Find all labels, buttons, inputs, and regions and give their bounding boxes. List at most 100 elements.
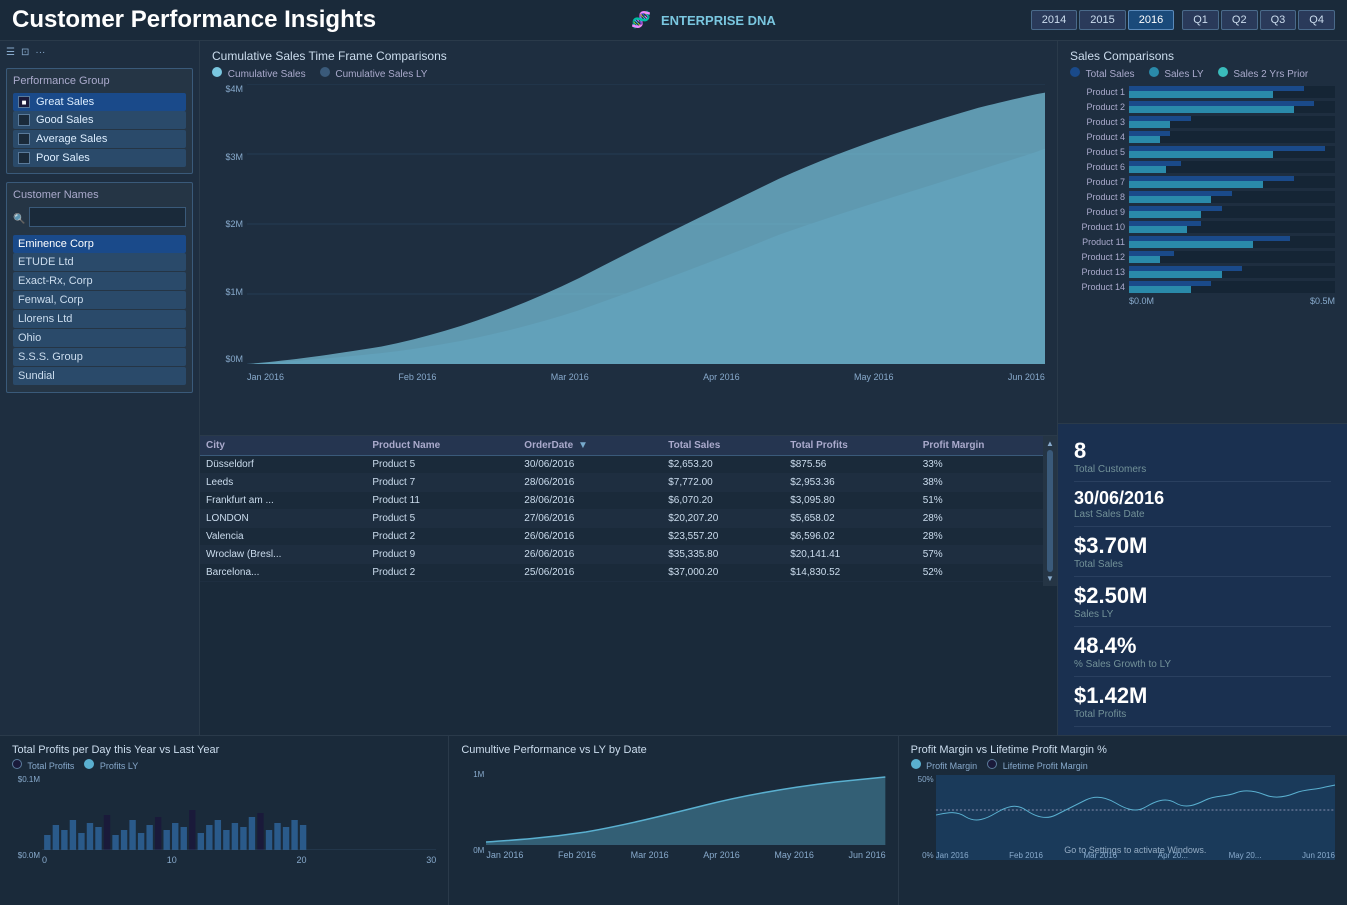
bar-track	[1129, 281, 1335, 293]
table-row[interactable]: Wroclaw (Bresl... Product 9 26/06/2016 $…	[200, 546, 1057, 564]
scroll-down-icon[interactable]: ▼	[1046, 574, 1054, 583]
bar-chart-area: 0 10 20 30	[42, 775, 436, 860]
customer-search-input[interactable]	[29, 207, 186, 227]
customer-exact-rx[interactable]: Exact-Rx, Corp	[13, 272, 186, 290]
perf-item-poor-sales[interactable]: Poor Sales	[13, 149, 186, 167]
legend-dot-total	[1070, 67, 1080, 77]
customer-eminence-corp[interactable]: Eminence Corp	[13, 235, 186, 253]
bottom-chart-2-title: Cumultive Performance vs LY by Date	[461, 744, 885, 756]
perf-item-great-sales[interactable]: Great Sales	[13, 93, 186, 111]
perf-item-average-sales[interactable]: Average Sales	[13, 130, 186, 148]
cell-margin: 28%	[917, 510, 1057, 528]
legend-profit-margin: Profit Margin	[911, 759, 978, 771]
scroll-thumb[interactable]	[1047, 450, 1053, 572]
cell-city: Valencia	[200, 528, 366, 546]
kpi-total-customers-label: Total Customers	[1074, 464, 1331, 475]
bar-product-label: Product 1	[1070, 87, 1125, 97]
table-row[interactable]: Valencia Product 2 26/06/2016 $23,557.20…	[200, 528, 1057, 546]
x-axis: Jan 2016 Feb 2016 Mar 2016 Apr 2016 May …	[247, 372, 1045, 382]
col-date[interactable]: OrderDate ▼	[518, 436, 662, 456]
cell-product: Product 5	[366, 456, 518, 474]
cell-profits: $20,141.41	[784, 546, 917, 564]
customer-fenwal[interactable]: Fenwal, Corp	[13, 291, 186, 309]
cell-city: Barcelona...	[200, 564, 366, 582]
legend-cumulative-sales: Cumulative Sales	[212, 67, 306, 80]
dna-icon: 🧬	[631, 10, 651, 30]
sales-x-axis: $0.0M $0.5M	[1070, 296, 1335, 306]
kpi-profits-value: $1.42M	[1074, 683, 1331, 709]
q2-button[interactable]: Q2	[1221, 10, 1258, 30]
legend-dot-cumulative	[212, 67, 222, 77]
cell-margin: 38%	[917, 474, 1057, 492]
profits-bar-svg	[42, 775, 436, 850]
perf-checkbox-great-sales	[18, 96, 30, 108]
scroll-up-icon[interactable]: ▲	[1046, 439, 1054, 448]
cell-city: LONDON	[200, 510, 366, 528]
more-icon[interactable]: ···	[35, 47, 45, 58]
col-profits[interactable]: Total Profits	[784, 436, 917, 456]
y-axis-1: $0.1M $0.0M	[12, 775, 42, 860]
bar-v1	[1129, 281, 1211, 286]
year-2014-button[interactable]: 2014	[1031, 10, 1077, 30]
y-axis-2: 1M 0M	[461, 770, 486, 855]
kpi-growth-label: % Sales Growth to LY	[1074, 659, 1331, 670]
q1-button[interactable]: Q1	[1182, 10, 1219, 30]
cell-sales: $37,000.20	[662, 564, 784, 582]
cell-product: Product 2	[366, 564, 518, 582]
bar-track	[1129, 116, 1335, 128]
bar-track	[1129, 266, 1335, 278]
bar-v1	[1129, 176, 1294, 181]
table-row[interactable]: Leeds Product 7 28/06/2016 $7,772.00 $2,…	[200, 474, 1057, 492]
legend-sales-ly: Sales LY	[1149, 67, 1204, 80]
page-title: Customer Performance Insights	[12, 6, 376, 34]
legend-sales-2yr: Sales 2 Yrs Prior	[1218, 67, 1309, 80]
bottom-chart-1: Total Profits per Day this Year vs Last …	[0, 736, 449, 905]
year-2016-button[interactable]: 2016	[1128, 10, 1174, 30]
cell-product: Product 5	[366, 510, 518, 528]
col-margin[interactable]: Profit Margin	[917, 436, 1057, 456]
cell-profits: $875.56	[784, 456, 917, 474]
kpi-total-profits: $1.42M Total Profits	[1074, 677, 1331, 727]
cumulative-legend: Cumulative Sales Cumulative Sales LY	[212, 67, 1045, 80]
col-sales[interactable]: Total Sales	[662, 436, 784, 456]
scrollbar[interactable]: ▲ ▼	[1043, 436, 1057, 586]
hamburger-icon[interactable]: ☰	[6, 47, 15, 58]
expand-icon[interactable]: ⊡	[21, 47, 29, 58]
col-product[interactable]: Product Name	[366, 436, 518, 456]
bar-product-label: Product 8	[1070, 192, 1125, 202]
customer-list: Eminence Corp ETUDE Ltd Exact-Rx, Corp F…	[13, 235, 186, 385]
perf-item-good-sales[interactable]: Good Sales	[13, 111, 186, 129]
cell-profits: $3,095.80	[784, 492, 917, 510]
sales-bar-row: Product 7	[1070, 176, 1335, 188]
bar-track	[1129, 176, 1335, 188]
bottom-chart-3-title: Profit Margin vs Lifetime Profit Margin …	[911, 744, 1335, 756]
enterprise-dna-logo: ENTERPRISE DNA	[661, 13, 776, 28]
kpi-total-sales-value: $3.70M	[1074, 533, 1331, 559]
kpi-last-sales-date: 30/06/2016 Last Sales Date	[1074, 482, 1331, 527]
bar-v1	[1129, 266, 1242, 271]
table-row[interactable]: Barcelona... Product 2 25/06/2016 $37,00…	[200, 564, 1057, 582]
cell-city: Leeds	[200, 474, 366, 492]
customer-sss-group[interactable]: S.S.S. Group	[13, 348, 186, 366]
q4-button[interactable]: Q4	[1298, 10, 1335, 30]
table-row[interactable]: Frankfurt am ... Product 11 28/06/2016 $…	[200, 492, 1057, 510]
cell-profits: $6,596.02	[784, 528, 917, 546]
kpi-total-sales: $3.70M Total Sales	[1074, 527, 1331, 577]
sales-bar-row: Product 1	[1070, 86, 1335, 98]
cell-date: 26/06/2016	[518, 528, 662, 546]
q3-button[interactable]: Q3	[1260, 10, 1297, 30]
customer-sundial[interactable]: Sundial	[13, 367, 186, 385]
cell-margin: 52%	[917, 564, 1057, 582]
sales-bar-row: Product 14	[1070, 281, 1335, 293]
customer-ohio[interactable]: Ohio	[13, 329, 186, 347]
cell-profits: $2,953.36	[784, 474, 917, 492]
table-row[interactable]: LONDON Product 5 27/06/2016 $20,207.20 $…	[200, 510, 1057, 528]
bottom-chart-3-legend: Profit Margin Lifetime Profit Margin	[911, 759, 1335, 771]
cumulative-chart-title: Cumulative Sales Time Frame Comparisons	[212, 49, 1045, 63]
customer-llorens[interactable]: Llorens Ltd	[13, 310, 186, 328]
customer-etude-ltd[interactable]: ETUDE Ltd	[13, 253, 186, 271]
year-2015-button[interactable]: 2015	[1079, 10, 1125, 30]
table-row[interactable]: Düsseldorf Product 5 30/06/2016 $2,653.2…	[200, 456, 1057, 474]
left-panel: ☰ ⊡ ··· Performance Group Great Sales Go…	[0, 41, 200, 735]
col-city[interactable]: City	[200, 436, 366, 456]
